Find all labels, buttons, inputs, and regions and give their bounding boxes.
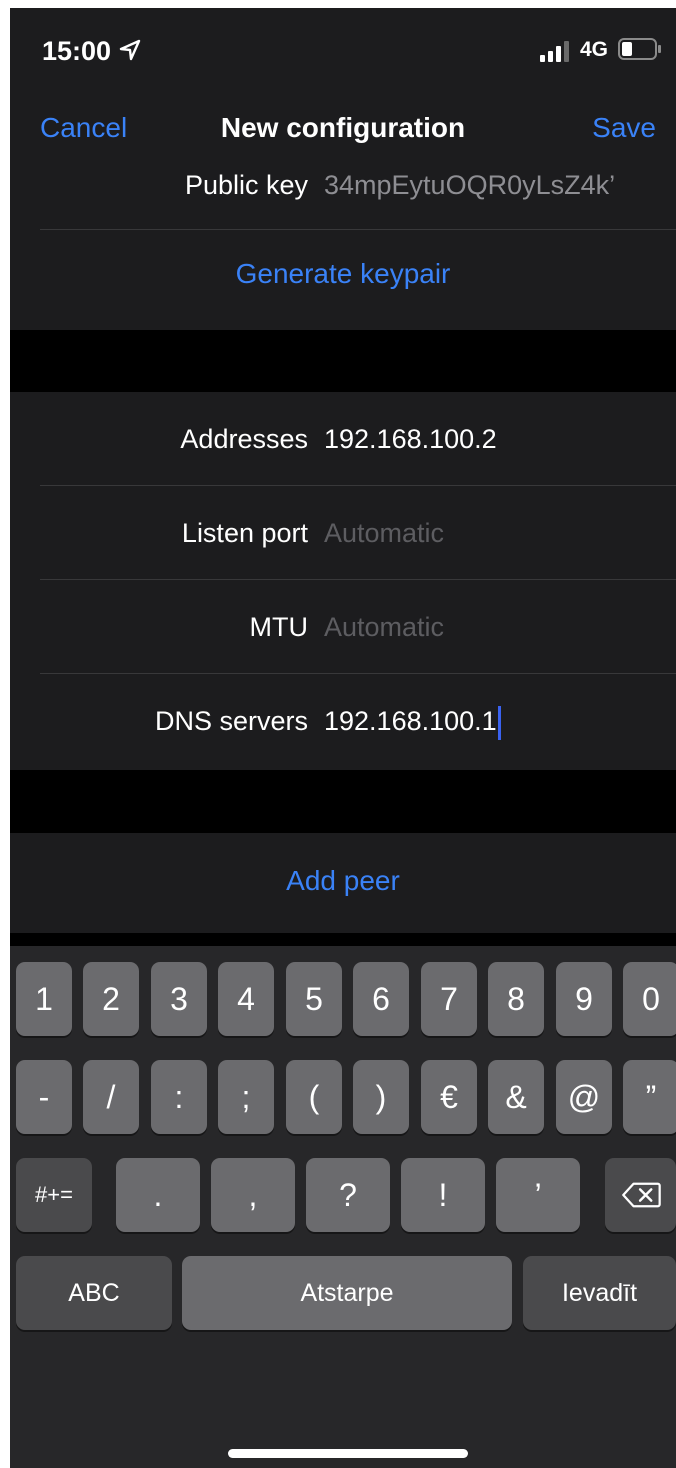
network-type: 4G	[580, 38, 609, 61]
generate-keypair-button[interactable]: Generate keypair	[10, 258, 676, 290]
addresses-row[interactable]: Addresses 192.168.100.2	[10, 392, 676, 486]
status-time: 15:00	[42, 36, 112, 66]
page-title: New configuration	[220, 112, 466, 143]
key-4[interactable]: 4	[218, 962, 274, 1036]
home-indicator[interactable]	[228, 1449, 468, 1458]
key-at[interactable]: @	[556, 1060, 612, 1134]
save-button[interactable]: Save	[592, 112, 656, 144]
cellular-signal-icon	[540, 41, 569, 62]
key-colon[interactable]: :	[151, 1060, 207, 1134]
key-slash[interactable]: /	[83, 1060, 139, 1134]
dns-servers-row[interactable]: DNS servers 192.168.100.1	[10, 674, 676, 768]
delete-key[interactable]	[605, 1158, 676, 1232]
key-question[interactable]: ?	[306, 1158, 390, 1232]
key-left-paren[interactable]: (	[286, 1060, 342, 1134]
backspace-icon	[621, 1182, 661, 1208]
listen-port-field[interactable]: Automatic	[324, 486, 444, 580]
key-minus[interactable]: -	[16, 1060, 72, 1134]
key-right-paren[interactable]: )	[353, 1060, 409, 1134]
top-bar: 15:00 4G Cancel New configuration Save	[10, 8, 676, 168]
text-cursor	[497, 705, 501, 740]
public-key-label: Public key	[184, 170, 308, 200]
key-5[interactable]: 5	[286, 962, 342, 1036]
phone-screen: 15:00 4G Cancel New configuration Save P…	[10, 8, 676, 1468]
keyboard: 1 2 3 4 5 6 7 8 9 0 - / : ; ( ) € & @ ” …	[10, 946, 676, 1468]
settings-group: Addresses 192.168.100.2 Listen port Auto…	[10, 392, 676, 770]
peer-group: Add peer	[10, 833, 676, 933]
key-period[interactable]: .	[116, 1158, 200, 1232]
listen-port-label: Listen port	[181, 518, 308, 548]
location-arrow-icon	[119, 39, 141, 61]
battery-icon	[618, 38, 661, 60]
key-8[interactable]: 8	[488, 962, 544, 1036]
dns-servers-value: 192.168.100.1	[324, 706, 497, 736]
key-9[interactable]: 9	[556, 962, 612, 1036]
key-6[interactable]: 6	[353, 962, 409, 1036]
key-3[interactable]: 3	[151, 962, 207, 1036]
addresses-label: Addresses	[180, 424, 308, 454]
public-key-value[interactable]: 34mpEytuOQR0yLsZ4k’	[324, 168, 615, 202]
addresses-field[interactable]: 192.168.100.2	[324, 392, 497, 486]
dns-servers-label: DNS servers	[154, 706, 308, 736]
listen-port-row[interactable]: Listen port Automatic	[10, 486, 676, 580]
mtu-field[interactable]: Automatic	[324, 580, 444, 674]
key-ampersand[interactable]: &	[488, 1060, 544, 1134]
key-2[interactable]: 2	[83, 962, 139, 1036]
key-1[interactable]: 1	[16, 962, 72, 1036]
interface-group: Public key 34mpEytuOQR0yLsZ4k’ Generate …	[10, 168, 676, 330]
key-more-symbols[interactable]: #+=	[16, 1158, 92, 1232]
key-7[interactable]: 7	[421, 962, 477, 1036]
dns-servers-field[interactable]: 192.168.100.1	[324, 674, 501, 768]
key-semicolon[interactable]: ;	[218, 1060, 274, 1134]
key-comma[interactable]: ,	[211, 1158, 295, 1232]
mtu-row[interactable]: MTU Automatic	[10, 580, 676, 674]
return-key[interactable]: Ievadīt	[523, 1256, 676, 1330]
key-apostrophe[interactable]: ’	[496, 1158, 580, 1232]
key-exclamation[interactable]: !	[401, 1158, 485, 1232]
space-key[interactable]: Atstarpe	[182, 1256, 512, 1330]
abc-key[interactable]: ABC	[16, 1256, 172, 1330]
key-quote[interactable]: ”	[623, 1060, 676, 1134]
key-euro[interactable]: €	[421, 1060, 477, 1134]
key-0[interactable]: 0	[623, 962, 676, 1036]
add-peer-button[interactable]: Add peer	[10, 865, 676, 897]
public-key-row[interactable]: Public key 34mpEytuOQR0yLsZ4k’	[10, 168, 676, 230]
mtu-label: MTU	[249, 612, 308, 642]
